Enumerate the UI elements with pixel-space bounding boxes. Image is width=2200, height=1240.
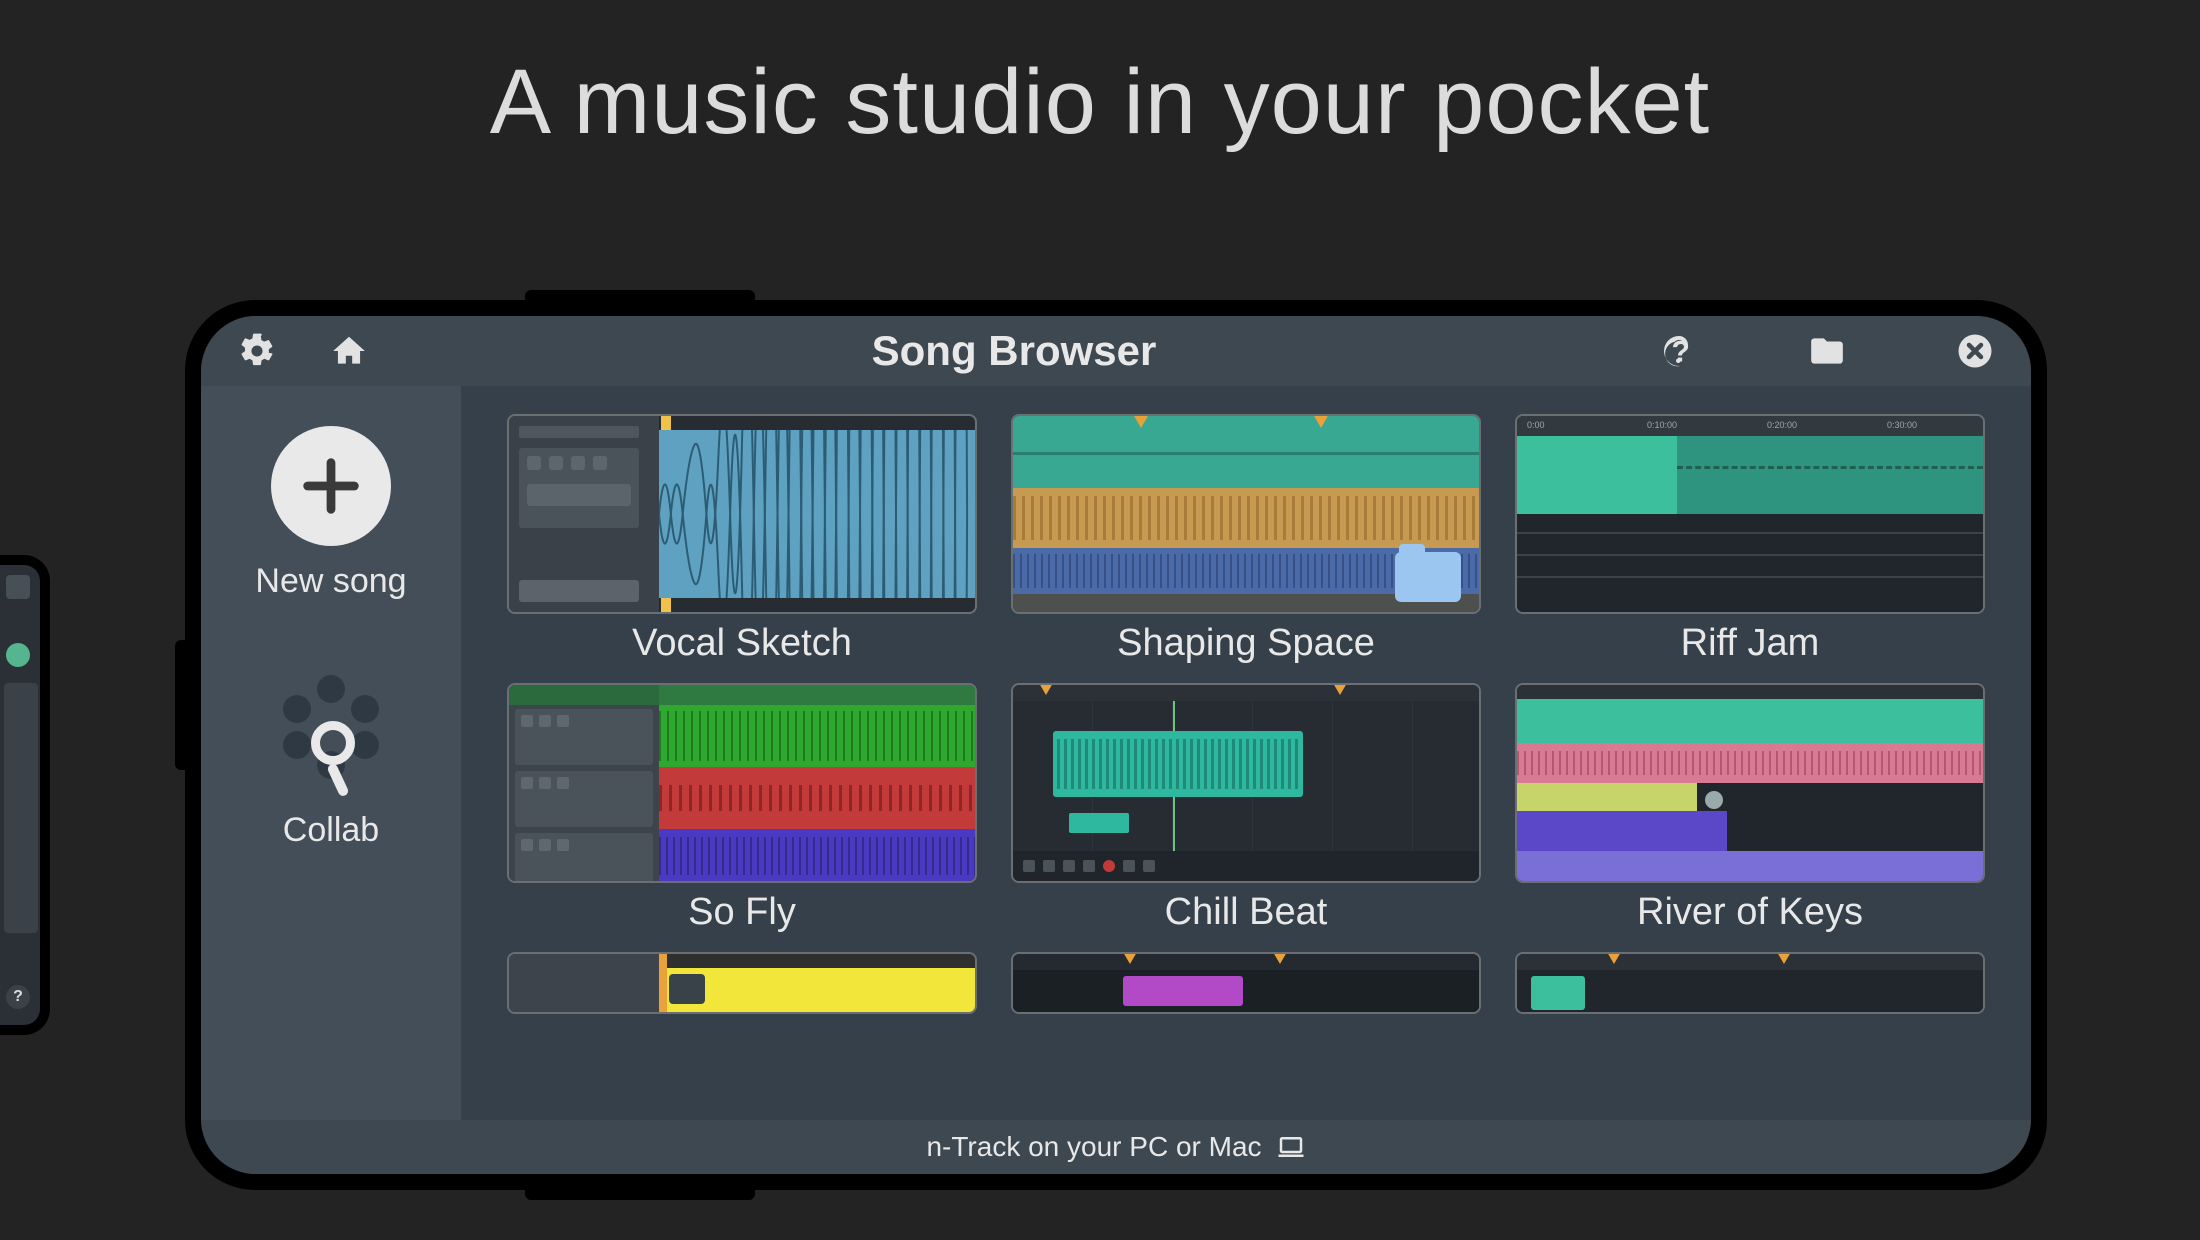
song-thumbnail [507,414,977,614]
song-thumbnail [1515,952,1985,1014]
song-thumbnail [1515,683,1985,883]
page-title: Song Browser [369,327,1659,375]
song-label: Chill Beat [1165,891,1328,934]
close-icon[interactable] [1955,331,1995,371]
new-song-label: New song [255,562,406,601]
top-bar: Song Browser ? [201,316,2031,386]
laptop-icon [1276,1132,1306,1162]
song-thumbnail [507,952,977,1014]
song-label: River of Keys [1637,891,1863,934]
promo-headline: A music studio in your pocket [0,50,2200,155]
collab-label: Collab [283,811,379,850]
song-card-riff-jam[interactable]: 0:000:10:000:20:000:30:00 Riff Jam [1515,414,1985,665]
song-card-chill-beat[interactable]: Chill Beat [1011,683,1481,934]
song-label: So Fly [688,891,796,934]
song-thumbnail: 0:000:10:000:20:000:30:00 [1515,414,1985,614]
app-screen: Song Browser ? New song [201,316,2031,1174]
song-thumbnail [1011,952,1481,1014]
home-icon[interactable] [329,331,369,371]
song-thumbnail [507,683,977,883]
song-label: Riff Jam [1681,622,1820,665]
sidebar: New song Collab [201,386,461,1120]
song-card-vocal-sketch[interactable]: Vocal Sketch [507,414,977,665]
song-grid: Vocal Sketch Shaping Space 0:000:10:000:… [461,386,2031,1120]
song-card-shaping-space[interactable]: Shaping Space [1011,414,1481,665]
background-phone: ? [0,555,50,1035]
help-icon[interactable]: ? [1659,331,1699,371]
settings-icon[interactable] [237,331,277,371]
svg-text:?: ? [1672,336,1690,369]
song-label: Vocal Sketch [632,622,852,665]
song-card[interactable] [507,952,977,1014]
footer-link[interactable]: n-Track on your PC or Mac [201,1120,2031,1174]
song-thumbnail [1011,683,1481,883]
song-card-so-fly[interactable]: So Fly [507,683,977,934]
folder-icon[interactable] [1807,331,1847,371]
collab-icon [271,675,391,795]
song-label: Shaping Space [1117,622,1375,665]
song-card-river-of-keys[interactable]: River of Keys [1515,683,1985,934]
song-card[interactable] [1011,952,1481,1014]
song-card[interactable] [1515,952,1985,1014]
collab-button[interactable]: Collab [271,675,391,850]
song-thumbnail [1011,414,1481,614]
phone-frame: Song Browser ? New song [185,300,2047,1190]
new-song-button[interactable]: New song [255,426,406,601]
footer-text: n-Track on your PC or Mac [926,1131,1261,1163]
folder-badge-icon [1395,552,1461,602]
plus-icon [271,426,391,546]
